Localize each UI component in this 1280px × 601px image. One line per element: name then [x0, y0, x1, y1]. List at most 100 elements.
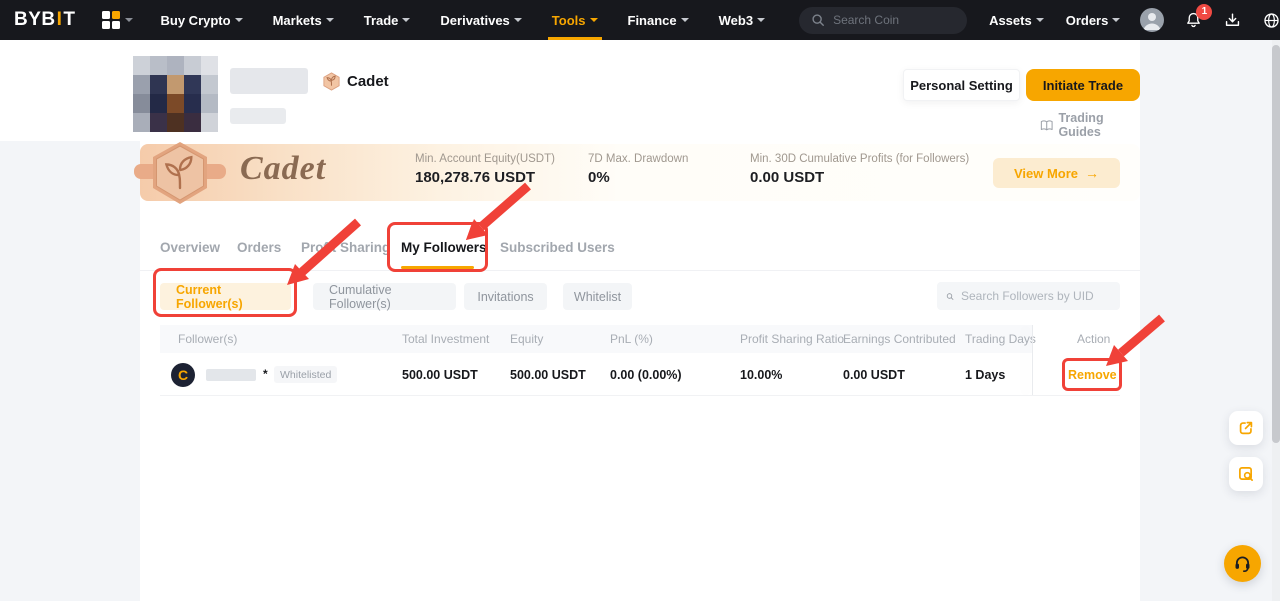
view-more-button[interactable]: View More → — [993, 158, 1120, 188]
tab-profit-sharing[interactable]: Profit Sharing — [301, 240, 390, 255]
subtab-current-followers[interactable]: Current Follower(s) — [160, 283, 291, 310]
profile-name-row: Cadet — [230, 68, 389, 94]
nav-menu: Buy Crypto Markets Trade Derivatives Too… — [161, 0, 796, 40]
personal-setting-button[interactable]: Personal Setting — [903, 69, 1020, 101]
stat-min-30d-cumulative-profits: Min. 30D Cumulative Profits (for Followe… — [750, 153, 969, 186]
nav-item-markets[interactable]: Markets — [273, 0, 334, 40]
nav-item-orders[interactable]: Orders — [1066, 0, 1121, 40]
logo-accent-i: I — [57, 9, 63, 31]
stat-min-account-equity: Min. Account Equity(USDT) 180,278.76 USD… — [415, 153, 555, 186]
account-avatar-button[interactable] — [1140, 8, 1164, 32]
page-preview-button[interactable] — [1229, 457, 1263, 491]
logo-text-t: T — [63, 9, 75, 31]
bybit-logo[interactable]: BYBIT — [14, 9, 76, 31]
subtab-cumulative-followers[interactable]: Cumulative Follower(s) — [313, 283, 456, 310]
download-app-button[interactable] — [1223, 11, 1242, 30]
tab-orders[interactable]: Orders — [237, 240, 281, 255]
chevron-down-icon — [402, 18, 410, 22]
chevron-down-icon — [757, 18, 765, 22]
cell-profit-sharing-ratio: 10.00% — [740, 368, 782, 382]
apps-grid-icon — [102, 11, 120, 29]
avatar — [133, 56, 218, 132]
col-header-earnings-contributed: Earnings Contributed — [843, 332, 956, 346]
col-header-profit-sharing-ratio: Profit Sharing Ratio — [740, 332, 844, 346]
coin-search-box[interactable] — [799, 7, 967, 34]
chevron-down-icon — [326, 18, 334, 22]
nav-item-trade[interactable]: Trade — [364, 0, 411, 40]
sprout-badge-icon — [322, 72, 341, 91]
cell-total-investment: 500.00 USDT — [402, 368, 478, 382]
chevron-down-icon — [681, 18, 689, 22]
cell-trading-days: 1 Days — [965, 368, 1005, 382]
subtab-invitations[interactable]: Invitations — [464, 283, 547, 310]
user-avatar-icon — [1140, 8, 1164, 32]
nav-item-finance[interactable]: Finance — [628, 0, 689, 40]
trader-level-banner: Cadet Min. Account Equity(USDT) 180,278.… — [140, 144, 1140, 201]
nav-item-web3[interactable]: Web3 — [719, 0, 765, 40]
logo-text: BYB — [14, 9, 56, 31]
cell-earnings-contributed: 0.00 USDT — [843, 368, 905, 382]
apps-menu-button[interactable] — [102, 11, 133, 29]
chevron-down-icon — [514, 18, 522, 22]
follower-avatar: C — [171, 363, 195, 387]
headset-icon — [1232, 553, 1253, 574]
tab-overview[interactable]: Overview — [160, 240, 220, 255]
chevron-down-icon — [1112, 18, 1120, 22]
tabs-divider — [140, 270, 1140, 271]
nav-item-tools[interactable]: Tools — [552, 0, 598, 40]
cell-equity: 500.00 USDT — [510, 368, 586, 382]
level-chip: Cadet — [322, 72, 389, 91]
chevron-down-icon — [1036, 18, 1044, 22]
redacted-follower-name — [206, 369, 256, 381]
download-icon — [1223, 11, 1242, 30]
notifications-button[interactable]: 1 — [1184, 11, 1203, 30]
cadet-badge-icon — [130, 138, 230, 208]
book-icon — [1040, 119, 1053, 132]
banner-title: Cadet — [240, 150, 326, 188]
level-badge-label: Cadet — [347, 73, 389, 90]
search-icon — [811, 13, 825, 27]
chevron-down-icon — [125, 18, 133, 22]
nav-right-cluster: Assets Orders 1 — [967, 0, 1280, 40]
nav-item-assets[interactable]: Assets — [989, 0, 1044, 40]
col-header-trading-days: Trading Days — [965, 332, 1036, 346]
col-header-pnl: PnL (%) — [610, 332, 653, 346]
external-link-icon — [1237, 419, 1255, 437]
tab-my-followers[interactable]: My Followers — [401, 240, 487, 255]
col-header-followers: Follower(s) — [178, 332, 237, 346]
col-header-total-investment: Total Investment — [402, 332, 489, 346]
col-header-equity: Equity — [510, 332, 543, 346]
nav-item-buy-crypto[interactable]: Buy Crypto — [161, 0, 243, 40]
nav-left-cluster: BYBIT Buy Crypto Markets Trade Derivativ… — [14, 0, 967, 40]
cell-pnl: 0.00 (0.00%) — [610, 368, 682, 382]
notification-badge: 1 — [1196, 4, 1212, 20]
sticky-column-divider — [1032, 325, 1033, 396]
globe-icon — [1262, 11, 1280, 30]
active-tab-underline — [401, 266, 474, 269]
page-scrollbar-thumb[interactable] — [1272, 45, 1280, 443]
page: BYBIT Buy Crypto Markets Trade Derivativ… — [0, 0, 1280, 601]
customer-support-button[interactable] — [1224, 545, 1261, 582]
language-button[interactable] — [1262, 11, 1280, 30]
col-header-action: Action — [1077, 332, 1110, 346]
stat-7d-max-drawdown: 7D Max. Drawdown 0% — [588, 153, 688, 186]
initiate-trade-button[interactable]: Initiate Trade — [1026, 69, 1140, 101]
chevron-down-icon — [590, 18, 598, 22]
whitelisted-tag: Whitelisted — [274, 366, 337, 383]
subtab-whitelist[interactable]: Whitelist — [563, 283, 632, 310]
coin-search-input[interactable] — [833, 13, 953, 27]
doc-search-icon — [1237, 465, 1255, 483]
top-navigation-bar: BYBIT Buy Crypto Markets Trade Derivativ… — [0, 0, 1280, 40]
remove-follower-button[interactable]: Remove — [1068, 368, 1117, 382]
whitelist-marker: * — [263, 367, 268, 381]
tab-subscribed-users[interactable]: Subscribed Users — [500, 240, 615, 255]
chevron-down-icon — [235, 18, 243, 22]
search-icon — [946, 290, 954, 303]
nav-item-derivatives[interactable]: Derivatives — [440, 0, 521, 40]
followers-search-box[interactable] — [937, 282, 1120, 310]
redacted-username — [230, 68, 308, 94]
redacted-uid — [230, 108, 286, 124]
trading-guides-link[interactable]: Trading Guides — [1040, 111, 1140, 139]
followers-search-input[interactable] — [961, 289, 1111, 303]
share-page-button[interactable] — [1229, 411, 1263, 445]
